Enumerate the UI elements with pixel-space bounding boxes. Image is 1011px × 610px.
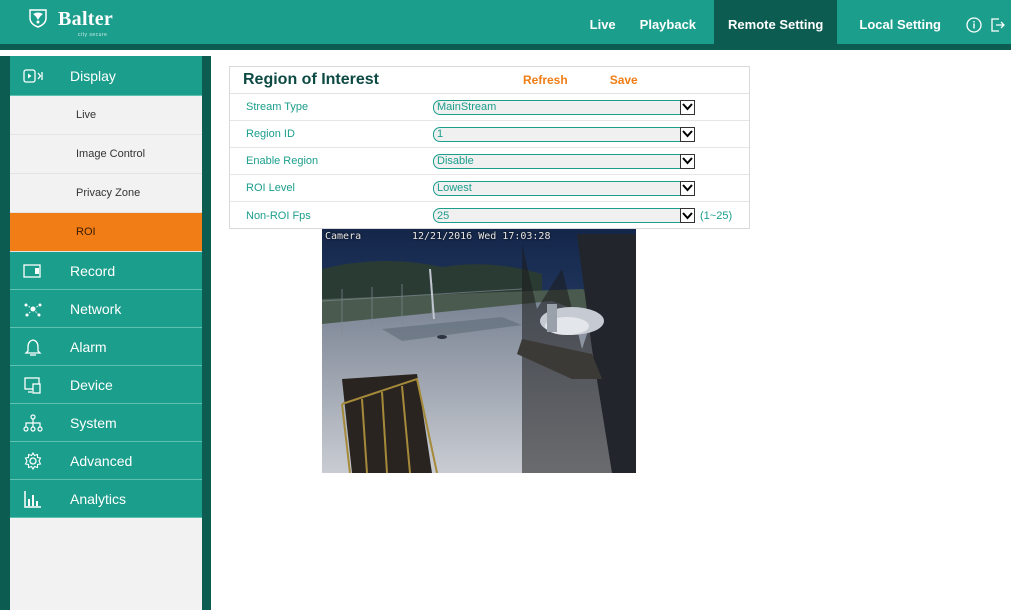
chevron-down-icon[interactable]: [680, 153, 695, 169]
select-value: Lowest: [437, 182, 472, 194]
device-icon: [22, 376, 44, 394]
chevron-down-icon[interactable]: [680, 180, 695, 196]
sidebar-item-label: Alarm: [70, 338, 107, 355]
fps-range-hint: (1~25): [700, 209, 733, 222]
select-value: MainStream: [437, 101, 497, 113]
stream-type-select[interactable]: MainStream: [433, 99, 695, 115]
select-value: 25: [437, 209, 450, 222]
chevron-down-icon[interactable]: [680, 126, 695, 142]
roi-level-select[interactable]: Lowest: [433, 180, 695, 196]
enable-region-select[interactable]: Disable: [433, 153, 695, 169]
bar-chart-icon: [22, 490, 44, 508]
roi-level-label: ROI Level: [246, 182, 295, 194]
chevron-down-icon[interactable]: [680, 208, 695, 223]
nav-remote-setting[interactable]: Remote Setting: [714, 0, 838, 50]
camera-preview[interactable]: Camera 12/21/2016 Wed 17:03:28: [322, 229, 636, 473]
sidebar-item-record[interactable]: Record: [10, 252, 202, 290]
non-roi-fps-select[interactable]: 25: [433, 208, 695, 223]
sidebar-item-system[interactable]: System: [10, 404, 202, 442]
stream-type-label: Stream Type: [246, 101, 309, 113]
roi-panel: Region of Interest Refresh Save Stream T…: [229, 66, 750, 229]
select-value: Disable: [437, 155, 474, 167]
display-icon: [22, 67, 44, 85]
sidebar-sub-privacy-zone[interactable]: Privacy Zone: [10, 174, 202, 213]
sidebar: Display Live Image Control Privacy Zone …: [10, 56, 202, 610]
brand-tagline: city secure: [78, 32, 108, 38]
network-icon: [22, 300, 44, 318]
system-tree-icon: [22, 413, 44, 432]
gear-icon: [22, 451, 44, 470]
sidebar-item-label: Display: [70, 67, 116, 84]
shield-logo-icon: [29, 9, 47, 28]
sidebar-item-advanced[interactable]: Advanced: [10, 442, 202, 480]
region-id-label: Region ID: [246, 128, 295, 140]
sidebar-item-label: Device: [70, 376, 113, 393]
logout-icon[interactable]: [987, 0, 1009, 50]
nav-live[interactable]: Live: [578, 0, 628, 50]
region-id-select[interactable]: 1: [433, 126, 695, 142]
top-header: Balter city secure Live Playback Remote …: [0, 0, 1011, 50]
form-row-roi-level: ROI Level Lowest: [230, 175, 749, 202]
refresh-button[interactable]: Refresh: [523, 73, 568, 87]
form-row-non-roi-fps: Non-ROI Fps 25 (1~25): [230, 202, 749, 229]
sidebar-item-label: Advanced: [70, 452, 133, 469]
nav-playback[interactable]: Playback: [628, 0, 708, 50]
bell-icon: [22, 338, 44, 356]
brand-name: Balter: [58, 8, 114, 30]
select-value: 1: [437, 128, 444, 140]
chevron-down-icon[interactable]: [680, 99, 695, 115]
page-title: Region of Interest: [243, 71, 380, 88]
form-row-stream-type: Stream Type MainStream: [230, 94, 749, 121]
enable-region-label: Enable Region: [246, 155, 319, 167]
sidebar-sub-image-control[interactable]: Image Control: [10, 135, 202, 174]
sidebar-sub-live[interactable]: Live: [10, 96, 202, 135]
sidebar-item-label: Analytics: [70, 490, 127, 507]
sidebar-sub-roi[interactable]: ROI: [10, 213, 202, 252]
sidebar-item-label: Record: [70, 262, 116, 279]
form-row-region-id: Region ID 1: [230, 121, 749, 148]
sidebar-divider: [202, 56, 211, 610]
sidebar-item-network[interactable]: Network: [10, 290, 202, 328]
camera-scene-image: [322, 229, 636, 473]
nav-local-setting[interactable]: Local Setting: [837, 0, 963, 50]
panel-header: Region of Interest Refresh Save: [230, 67, 749, 94]
sidebar-item-label: System: [70, 414, 117, 431]
camera-timestamp-osd: 12/21/2016 Wed 17:03:28: [412, 231, 551, 242]
brand-logo: Balter city secure: [28, 8, 114, 38]
save-button[interactable]: Save: [610, 73, 638, 87]
sidebar-item-label: Network: [70, 300, 122, 317]
info-icon[interactable]: [963, 0, 985, 50]
form-row-enable-region: Enable Region Disable: [230, 148, 749, 175]
sidebar-item-device[interactable]: Device: [10, 366, 202, 404]
sidebar-item-alarm[interactable]: Alarm: [10, 328, 202, 366]
non-roi-fps-label: Non-ROI Fps: [246, 209, 311, 222]
record-icon: [22, 262, 44, 280]
top-nav: Live Playback Remote Setting Local Setti…: [578, 0, 1011, 50]
sidebar-item-analytics[interactable]: Analytics: [10, 480, 202, 518]
camera-name-osd: Camera: [325, 231, 362, 242]
sidebar-item-display[interactable]: Display: [10, 56, 202, 96]
left-rail: [0, 56, 10, 610]
